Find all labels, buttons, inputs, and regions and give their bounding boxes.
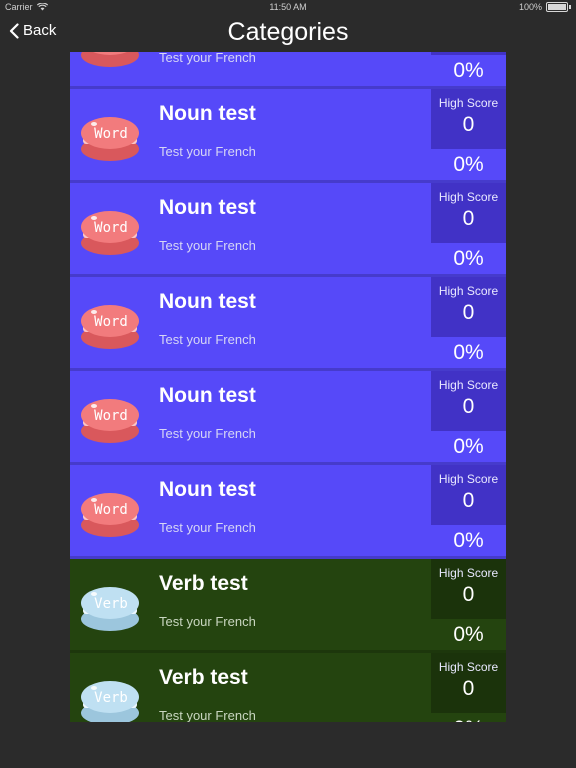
row-title: Noun test bbox=[159, 384, 256, 407]
score-panel: High Score 0 0% bbox=[431, 559, 506, 650]
pink-macaron-word-icon: Word bbox=[81, 117, 139, 161]
high-score-label: High Score bbox=[438, 566, 499, 580]
high-score-box: High Score 0 bbox=[431, 559, 506, 619]
high-score-box: High Score 0 bbox=[431, 183, 506, 243]
high-score-label: High Score bbox=[438, 190, 499, 204]
score-percent: 0% bbox=[453, 247, 484, 270]
high-score-label: High Score bbox=[438, 284, 499, 298]
high-score-label: High Score bbox=[438, 660, 499, 674]
category-row-verb[interactable]: Verb Verb test Test your French High Sco… bbox=[70, 653, 506, 722]
score-percent: 0% bbox=[453, 59, 484, 82]
category-row-noun[interactable]: Word Noun test Test your French High Sco… bbox=[70, 371, 506, 465]
macaron-label: Verb bbox=[94, 596, 128, 612]
high-score-label: High Score bbox=[438, 472, 499, 486]
high-score-value: 0 bbox=[462, 301, 475, 324]
blue-macaron-verb-icon: Verb bbox=[81, 681, 139, 722]
pink-macaron-word-icon: Word bbox=[81, 52, 139, 67]
score-percent: 0% bbox=[453, 153, 484, 176]
pink-macaron-word-icon: Word bbox=[81, 493, 139, 537]
page-title: Categories bbox=[227, 18, 349, 46]
row-title: Verb test bbox=[159, 666, 248, 689]
category-list[interactable]: Word Noun test Test your French High Sco… bbox=[70, 52, 506, 722]
macaron-label: Verb bbox=[94, 690, 128, 706]
row-subtitle: Test your French bbox=[159, 332, 256, 347]
high-score-box: High Score 0 bbox=[431, 52, 506, 55]
pink-macaron-word-icon: Word bbox=[81, 399, 139, 443]
status-bar: Carrier 11:50 AM 100% bbox=[0, 0, 576, 16]
pink-macaron-word-icon: Word bbox=[81, 211, 139, 255]
macaron-label: Word bbox=[94, 126, 128, 142]
category-row-noun[interactable]: Word Noun test Test your French High Sco… bbox=[70, 465, 506, 559]
status-right: 100% bbox=[519, 2, 571, 12]
row-subtitle: Test your French bbox=[159, 614, 256, 629]
category-row-noun[interactable]: Word Noun test Test your French High Sco… bbox=[70, 89, 506, 183]
pink-macaron-word-icon: Word bbox=[81, 305, 139, 349]
score-percent: 0% bbox=[453, 435, 484, 458]
battery-percent: 100% bbox=[518, 2, 542, 12]
high-score-box: High Score 0 bbox=[431, 277, 506, 337]
category-row-noun[interactable]: Word Noun test Test your French High Sco… bbox=[70, 52, 506, 89]
high-score-box: High Score 0 bbox=[431, 371, 506, 431]
macaron-label: Word bbox=[94, 408, 128, 424]
row-subtitle: Test your French bbox=[159, 52, 256, 65]
category-row-noun[interactable]: Word Noun test Test your French High Sco… bbox=[70, 277, 506, 371]
category-row-verb[interactable]: Verb Verb test Test your French High Sco… bbox=[70, 559, 506, 653]
high-score-value: 0 bbox=[462, 207, 475, 230]
row-title: Noun test bbox=[159, 478, 256, 501]
score-percent: 0% bbox=[431, 717, 506, 722]
score-panel: High Score 0 0% bbox=[431, 277, 506, 368]
high-score-value: 0 bbox=[462, 113, 475, 136]
row-title: Noun test bbox=[159, 290, 256, 313]
status-time: 11:50 AM bbox=[269, 2, 307, 12]
row-subtitle: Test your French bbox=[159, 520, 256, 535]
category-list-track: Word Noun test Test your French High Sco… bbox=[70, 52, 506, 722]
score-percent: 0% bbox=[453, 341, 484, 364]
battery-tip bbox=[569, 5, 571, 9]
high-score-box: High Score 0 bbox=[431, 653, 506, 713]
score-percent: 0% bbox=[453, 623, 484, 646]
row-title: Noun test bbox=[159, 102, 256, 125]
battery-icon bbox=[546, 2, 568, 12]
navigation-bar: Back Categories bbox=[0, 16, 576, 52]
high-score-label: High Score bbox=[438, 378, 499, 392]
macaron-label: Word bbox=[94, 314, 128, 330]
score-panel: High Score 0 0% bbox=[431, 371, 506, 462]
high-score-label: High Score bbox=[438, 96, 499, 110]
macaron-label: Word bbox=[94, 502, 128, 518]
row-subtitle: Test your French bbox=[159, 708, 256, 722]
score-panel: High Score 0 0% bbox=[431, 183, 506, 274]
high-score-box: High Score 0 bbox=[431, 89, 506, 149]
high-score-value: 0 bbox=[462, 677, 475, 700]
row-title: Verb test bbox=[159, 572, 248, 595]
score-panel: High Score 0 0% bbox=[431, 465, 506, 556]
macaron-label: Word bbox=[94, 220, 128, 236]
score-percent: 0% bbox=[453, 529, 484, 552]
score-panel: High Score 0 0% bbox=[431, 89, 506, 180]
blue-macaron-verb-icon: Verb bbox=[81, 587, 139, 631]
score-panel: High Score 0 0% bbox=[431, 52, 506, 86]
high-score-value: 0 bbox=[462, 395, 475, 418]
row-subtitle: Test your French bbox=[159, 426, 256, 441]
row-subtitle: Test your French bbox=[159, 238, 256, 253]
high-score-value: 0 bbox=[462, 489, 475, 512]
score-panel: High Score 0 0% bbox=[431, 653, 506, 722]
high-score-box: High Score 0 bbox=[431, 465, 506, 525]
row-subtitle: Test your French bbox=[159, 144, 256, 159]
high-score-value: 0 bbox=[462, 583, 475, 606]
category-row-noun[interactable]: Word Noun test Test your French High Sco… bbox=[70, 183, 506, 277]
row-title: Noun test bbox=[159, 196, 256, 219]
